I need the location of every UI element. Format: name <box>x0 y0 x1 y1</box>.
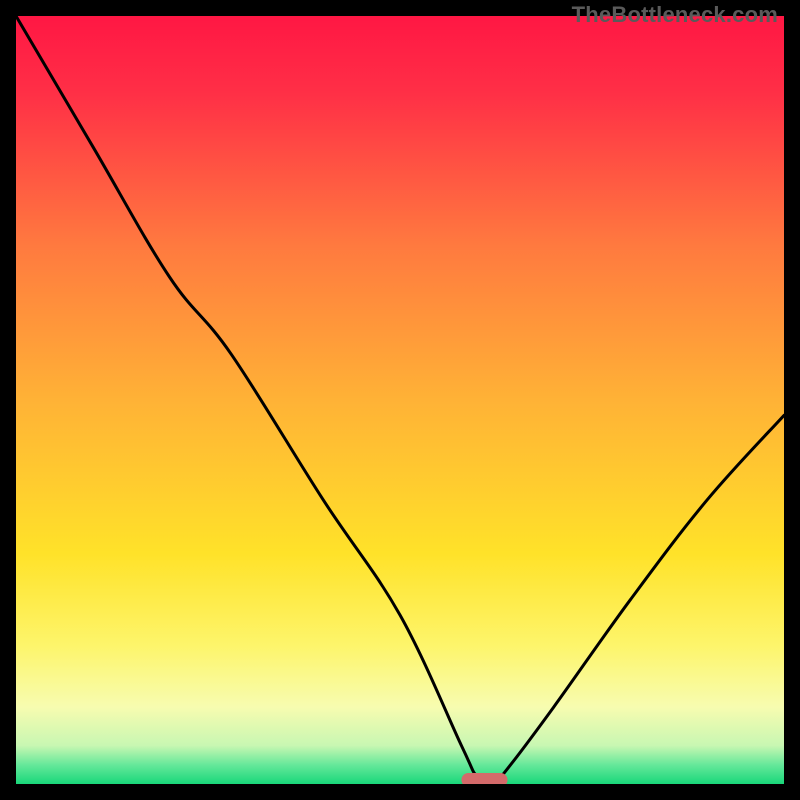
chart-frame <box>16 16 784 784</box>
optimal-marker-pill <box>461 773 507 784</box>
watermark-text: TheBottleneck.com <box>572 2 778 28</box>
chart-background <box>16 16 784 784</box>
chart-svg <box>16 16 784 784</box>
